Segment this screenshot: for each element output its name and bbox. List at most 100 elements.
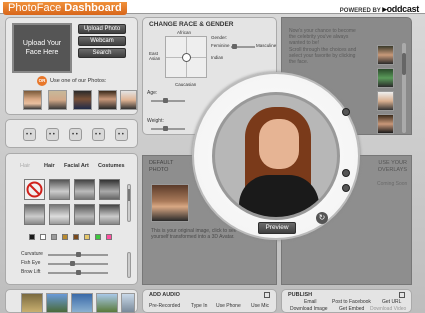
east-asian-label: East Asian: [149, 51, 161, 61]
publish-title: PUBLISH: [288, 292, 313, 298]
hair-style-3[interactable]: [74, 179, 95, 200]
publish-download-image[interactable]: Download Image: [290, 306, 328, 312]
publish-get-embed[interactable]: Get Embed: [339, 306, 364, 312]
age-knob[interactable]: [163, 98, 168, 103]
or-badge: OR: [37, 76, 47, 86]
caucasian-label: Caucasian: [175, 82, 197, 87]
age-slider[interactable]: [151, 98, 185, 103]
hair-style-7[interactable]: [74, 204, 95, 225]
zoom-mid-button[interactable]: [342, 169, 350, 177]
no-hair-icon[interactable]: [24, 179, 45, 200]
tab-costumes[interactable]: Costumes: [98, 163, 125, 169]
curvature-knob[interactable]: [75, 252, 81, 257]
woman-photo[interactable]: [23, 90, 42, 110]
indian-label: Indian: [211, 55, 224, 60]
publish-facebook[interactable]: Post to Facebook: [332, 299, 371, 305]
app-section: Dashboard: [64, 2, 122, 14]
upload-face-label: Upload Your Face Here: [22, 40, 62, 56]
upload-face-box[interactable]: Upload Your Face Here: [12, 23, 72, 73]
celebrity-2[interactable]: [377, 68, 394, 88]
zoom-out-button[interactable]: [342, 184, 350, 192]
clinton-photo[interactable]: [120, 90, 137, 110]
hair-style-4[interactable]: [99, 179, 120, 200]
fish-eye-slider[interactable]: [48, 261, 108, 266]
background-1[interactable]: [21, 293, 43, 313]
swatch-gray[interactable]: [51, 234, 57, 240]
man-photo[interactable]: [48, 90, 67, 110]
audio-expand-icon[interactable]: [264, 292, 270, 298]
weight-knob[interactable]: [163, 126, 168, 131]
race-picker-handle[interactable]: [182, 53, 191, 62]
background-3[interactable]: [71, 293, 93, 313]
background-2[interactable]: [46, 293, 68, 313]
rotate-icon[interactable]: ↻: [316, 212, 328, 224]
emotion-panel: • • • • • • • • • •: [5, 119, 138, 148]
fish-eye-label: Fish Eye: [21, 260, 41, 266]
hair-style-2[interactable]: [49, 179, 70, 200]
swatch-white[interactable]: [40, 234, 46, 240]
surprised-face-icon[interactable]: • •: [92, 128, 105, 141]
swatch-black[interactable]: [29, 234, 35, 240]
celebrity-1[interactable]: [377, 45, 394, 65]
upload-photo-button[interactable]: Upload Photo: [78, 24, 126, 34]
swatch-pink[interactable]: [106, 234, 112, 240]
publish-expand-icon[interactable]: [399, 292, 405, 298]
obama-photo[interactable]: [73, 90, 92, 110]
app-name: PhotoFace: [8, 2, 62, 14]
background-5[interactable]: [121, 293, 135, 313]
publish-download-video[interactable]: Download Video: [370, 306, 406, 312]
or-text: Use one of our Photos:: [50, 78, 107, 84]
hair-style-6[interactable]: [49, 204, 70, 225]
publish-email[interactable]: Email: [304, 299, 317, 305]
celebrity-scrollbar[interactable]: [402, 43, 406, 133]
swatch-gold[interactable]: [62, 234, 68, 240]
race-grid[interactable]: [165, 36, 207, 78]
audio-use-mic[interactable]: Use Mic: [251, 303, 269, 309]
zoom-in-button[interactable]: [342, 108, 350, 116]
preview-button[interactable]: Preview: [258, 222, 296, 234]
sad-face-icon[interactable]: • •: [46, 128, 59, 141]
smile-face-icon[interactable]: • •: [115, 128, 128, 141]
hair-style-5[interactable]: [24, 204, 45, 225]
celebrity-3[interactable]: [377, 91, 394, 111]
powered-by-label: POWERED BY: [339, 8, 381, 14]
masculine-label: Masculine: [256, 43, 277, 48]
preview-ring: ↻ Preview: [192, 72, 360, 240]
swatch-green[interactable]: [95, 234, 101, 240]
audio-title: ADD AUDIO: [149, 292, 180, 298]
celebrity-4[interactable]: [377, 114, 394, 134]
tips-text-1: Now's your chance to become the celebrit…: [289, 28, 356, 46]
hair-scrollbar[interactable]: [127, 184, 131, 222]
swatch-blonde[interactable]: [84, 234, 90, 240]
header-bar: PhotoFace Dashboard POWERED BY ▸oddcast: [0, 0, 425, 15]
publish-panel: PUBLISH Email Post to Facebook Get URL D…: [281, 289, 412, 313]
slider-scrollbar[interactable]: [127, 252, 131, 278]
tab-hair-inactive[interactable]: Hair: [20, 163, 30, 169]
default-photo-text: This is your original image, click to se…: [151, 228, 237, 240]
weight-slider[interactable]: [151, 126, 185, 131]
tab-hair[interactable]: Hair: [44, 163, 55, 169]
fish-eye-knob[interactable]: [70, 261, 75, 266]
brow-lift-knob[interactable]: [75, 270, 81, 275]
tab-facial-art[interactable]: Facial Art: [64, 163, 89, 169]
neutral-face-icon[interactable]: • •: [23, 128, 36, 141]
swatch-brown[interactable]: [73, 234, 79, 240]
curvature-slider[interactable]: [48, 252, 108, 257]
audio-panel: ADD AUDIO Pre-Recorded Type In Use Phone…: [142, 289, 277, 313]
audio-type-in[interactable]: Type In: [191, 303, 207, 309]
default-photo-thumb[interactable]: [151, 184, 189, 222]
avatar-preview[interactable]: [212, 92, 340, 220]
audio-use-phone[interactable]: Use Phone: [216, 303, 241, 309]
webcam-button[interactable]: Webcam: [78, 36, 126, 46]
brow-lift-slider[interactable]: [48, 270, 108, 275]
frown-face-icon[interactable]: • •: [69, 128, 82, 141]
audio-pre-recorded[interactable]: Pre-Recorded: [149, 303, 180, 309]
gender-knob[interactable]: [232, 44, 237, 49]
search-button[interactable]: Search: [78, 48, 126, 58]
background-4[interactable]: [96, 293, 118, 313]
hair-style-8[interactable]: [99, 204, 120, 225]
publish-get-url[interactable]: Get URL: [382, 299, 401, 305]
man2-photo[interactable]: [98, 90, 117, 110]
gender-slider[interactable]: [231, 44, 255, 49]
background-strip: [5, 289, 138, 313]
